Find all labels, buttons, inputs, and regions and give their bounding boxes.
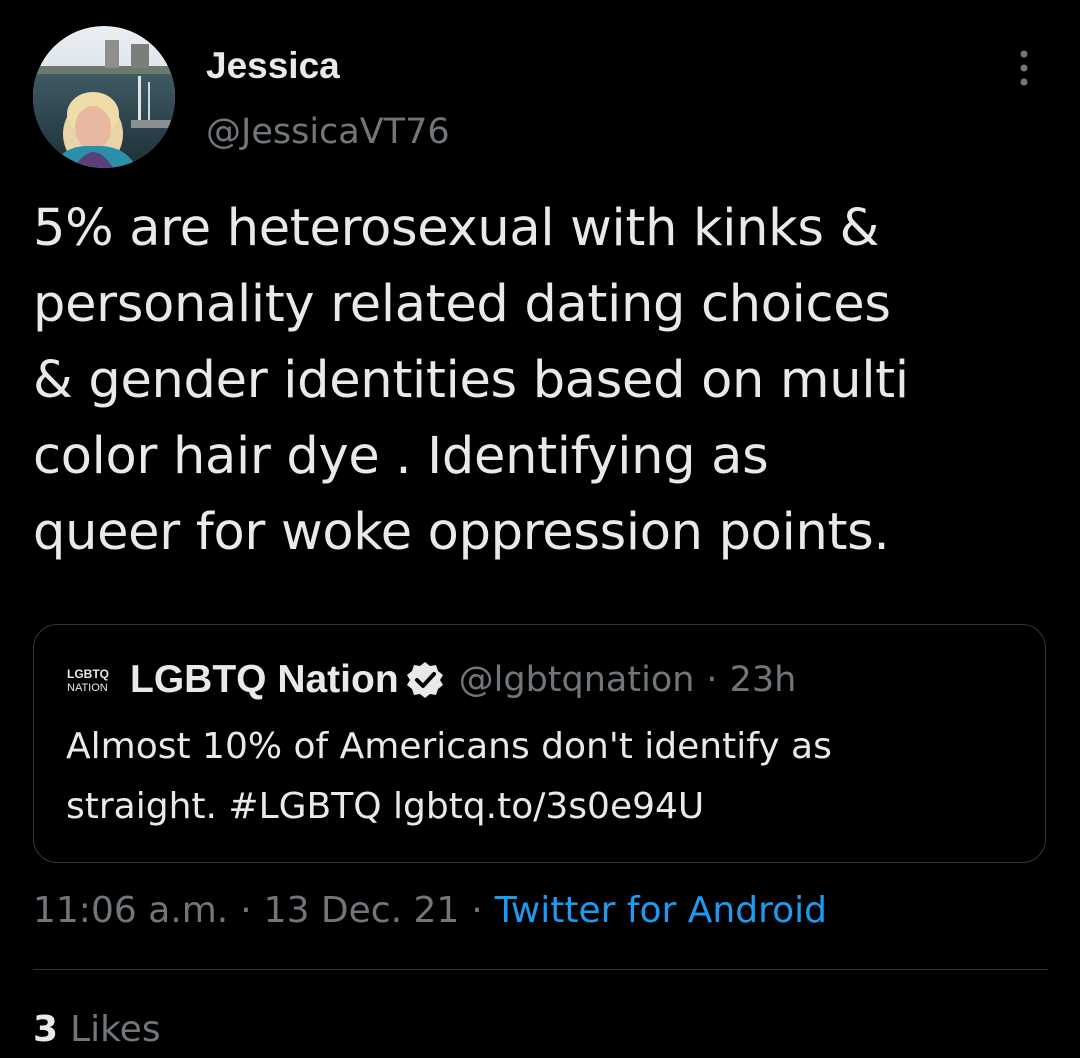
more-vertical-icon [1020, 50, 1028, 86]
tweet-date[interactable]: 13 Dec. 21 [264, 890, 460, 931]
svg-text:LGBTQ: LGBTQ [67, 667, 109, 681]
more-options-button[interactable] [1004, 46, 1044, 92]
meta-separator: · [471, 889, 483, 931]
quoted-tweet-card[interactable]: LGBTQ NATION LGBTQ Nation @lgbtqnation ·… [33, 624, 1046, 863]
verified-badge-icon [406, 662, 443, 698]
meta-separator: · [240, 889, 252, 931]
tweet-time[interactable]: 11:06 a.m. [33, 890, 228, 931]
tweet-meta: 11:06 a.m. · 13 Dec. 21 · Twitter for An… [33, 882, 827, 938]
quoted-tweet-header: LGBTQ NATION LGBTQ Nation @lgbtqnation ·… [66, 655, 796, 705]
likes-link[interactable]: 3 Likes [33, 1004, 161, 1054]
likes-label: Likes [70, 1008, 161, 1050]
tweet-text: 5% are heterosexual with kinks & persona… [33, 199, 909, 562]
likes-count: 3 [33, 1008, 59, 1050]
quoted-tweet-text: Almost 10% of Americans don't identify a… [66, 726, 832, 827]
svg-text:NATION: NATION [67, 682, 108, 694]
divider [33, 969, 1048, 970]
quoted-author-name[interactable]: LGBTQ Nation [130, 658, 399, 702]
lgbtq-nation-logo-icon: LGBTQ NATION [67, 667, 109, 694]
quoted-timestamp[interactable]: 23h [730, 660, 797, 700]
tweet-source-link[interactable]: Twitter for Android [495, 890, 827, 931]
author-display-name[interactable]: Jessica [206, 44, 340, 88]
profile-photo-icon [33, 26, 175, 168]
quoted-separator: · [706, 660, 718, 700]
author-handle[interactable]: @JessicaVT76 [206, 110, 450, 154]
author-avatar[interactable] [33, 26, 175, 168]
quoted-author-handle[interactable]: @lgbtqnation [459, 660, 695, 700]
